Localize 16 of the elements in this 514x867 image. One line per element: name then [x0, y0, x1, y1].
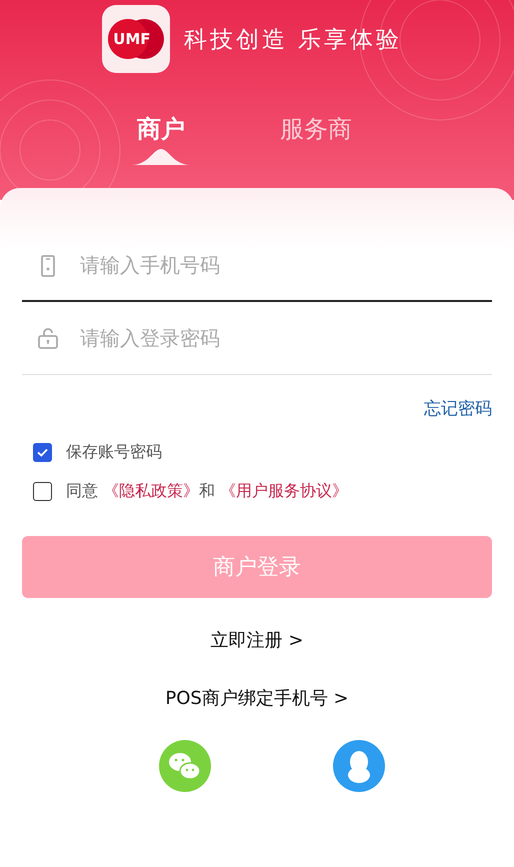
- nav-link[interactable]: 立即注册 >: [210, 628, 304, 652]
- privacy-policy-link[interactable]: 《隐私政策》: [103, 481, 200, 500]
- logo-text: UMF: [113, 30, 151, 48]
- lock-icon: [36, 326, 60, 350]
- checkbox[interactable]: [33, 482, 52, 501]
- slogan: 科技创造 乐享体验: [184, 26, 402, 54]
- input-field[interactable]: 请输入手机号码: [22, 230, 492, 302]
- service-agreement-link[interactable]: 《用户服务协议》: [220, 481, 348, 500]
- nav-link[interactable]: POS商户绑定手机号 >: [165, 686, 349, 710]
- penguin-icon[interactable]: [333, 740, 385, 792]
- checkbox[interactable]: [33, 443, 52, 462]
- checkbox-label: 保存账号密码: [66, 442, 162, 463]
- tab[interactable]: 商户: [137, 113, 185, 145]
- tab-indicator: [131, 149, 191, 165]
- forgot-password-link[interactable]: 忘记密码: [424, 397, 492, 420]
- agreement-text: 同意 《隐私政策》和 《用户服务协议》: [66, 481, 348, 502]
